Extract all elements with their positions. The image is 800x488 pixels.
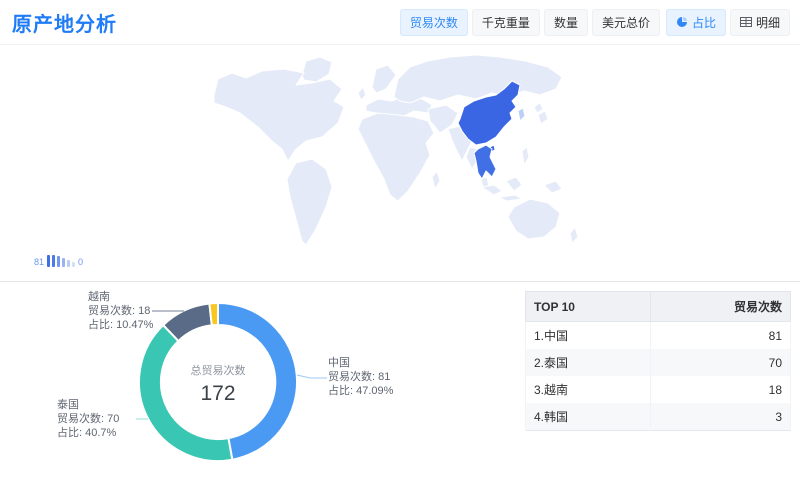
callout-trade-count: 贸易次数: 18 [88,304,153,318]
map-region-philippines[interactable] [522,147,529,165]
donut-slice-韩国[interactable] [209,303,218,325]
map-region-russia[interactable] [394,55,562,103]
map-visual-legend[interactable]: 81 0 [34,255,83,267]
map-region-new-zealand[interactable] [570,227,578,243]
map-region-new-guinea[interactable] [544,181,562,193]
metric-button-贸易次数[interactable]: 贸易次数 [400,9,468,36]
top10-table-wrap: TOP 10 贸易次数 1.中国812.泰国703.越南184.韩国3 [525,291,791,431]
callout-share: 占比: 40.7% [57,426,119,440]
view-button-占比-label: 占比 [692,14,716,31]
legend-bar [72,262,75,267]
table-cell-value: 70 [650,349,790,376]
view-button-group: 占比 明细 [666,9,790,36]
legend-bars [47,255,75,267]
metric-button-千克重量[interactable]: 千克重量 [472,9,540,36]
world-map-panel: 81 0 [0,45,800,282]
map-region-north-america[interactable] [214,69,344,161]
map-region-java[interactable] [500,195,522,201]
top10-header-rank: TOP 10 [526,292,651,322]
donut-slice-泰国[interactable] [139,325,232,461]
callout-trade-count: 贸易次数: 70 [57,412,119,426]
map-region-borneo[interactable] [506,177,522,191]
metric-button-美元总价-label: 美元总价 [602,14,650,31]
bottom-panel: 总贸易次数 172 越南贸易次数: 18占比: 10.47%中国贸易次数: 81… [0,282,800,486]
callout-share: 占比: 47.09% [328,384,393,398]
view-button-明细-label: 明细 [756,14,780,31]
donut-callout-泰国: 泰国贸易次数: 70占比: 40.7% [57,398,119,440]
donut-slice-中国[interactable] [218,303,297,460]
map-region-madagascar[interactable] [432,171,440,189]
view-button-明细[interactable]: 明细 [730,9,790,36]
table-cell-country: 2.泰国 [526,349,651,376]
map-region-japan-south[interactable] [538,111,548,124]
legend-bar [47,255,50,267]
map-region-africa[interactable] [358,113,434,201]
origin-analysis-page: 原产地分析 贸易次数 千克重量 数量 美元总价 占比 明细 [0,0,800,488]
table-cell-value: 18 [650,376,790,403]
callout-share: 占比: 10.47% [88,318,153,332]
map-region-australia[interactable] [508,199,560,239]
map-region-uk[interactable] [358,87,366,100]
world-map[interactable] [0,45,800,281]
callout-trade-count: 贸易次数: 81 [328,370,393,384]
map-region-korea[interactable] [518,108,525,121]
pie-icon [676,16,688,28]
legend-bar [62,258,65,267]
table-row[interactable]: 4.韩国3 [526,403,791,431]
table-cell-value: 3 [650,403,790,431]
table-cell-value: 81 [650,322,790,350]
metric-button-贸易次数-label: 贸易次数 [410,14,458,31]
table-row[interactable]: 1.中国81 [526,322,791,350]
view-button-占比[interactable]: 占比 [666,9,726,36]
legend-bar [67,260,70,267]
table-cell-country: 3.越南 [526,376,651,403]
top10-header-row: TOP 10 贸易次数 [526,292,791,322]
donut-callout-中国: 中国贸易次数: 81占比: 47.09% [328,356,393,398]
callout-country-name: 越南 [88,290,153,304]
donut-label-line-中国 [297,375,327,378]
table-icon [740,16,752,28]
donut-callout-越南: 越南贸易次数: 18占比: 10.47% [88,290,153,332]
legend-bar [52,255,55,267]
table-row[interactable]: 3.越南18 [526,376,791,403]
top10-header-metric: 贸易次数 [650,292,790,322]
table-row[interactable]: 2.泰国70 [526,349,791,376]
map-region-scandinavia[interactable] [372,65,396,93]
table-cell-country: 1.中国 [526,322,651,350]
map-region-greenland[interactable] [302,57,332,82]
metric-button-数量[interactable]: 数量 [544,9,588,36]
metric-button-数量-label: 数量 [554,14,578,31]
legend-bar [57,256,60,267]
page-title: 原产地分析 [12,8,117,37]
map-region-south-america[interactable] [287,159,332,245]
metric-button-美元总价[interactable]: 美元总价 [592,9,660,36]
metric-button-group: 贸易次数 千克重量 数量 美元总价 [400,9,660,36]
map-region-japan[interactable] [534,103,543,113]
legend-max-value: 81 [34,257,44,267]
page-header: 原产地分析 贸易次数 千克重量 数量 美元总价 占比 明细 [0,0,800,45]
legend-min-value: 0 [78,257,83,267]
toolbar: 贸易次数 千克重量 数量 美元总价 占比 明细 [400,9,790,36]
callout-country-name: 中国 [328,356,393,370]
trade-share-donut-chart[interactable] [0,282,520,486]
table-cell-country: 4.韩国 [526,403,651,431]
top10-table[interactable]: TOP 10 贸易次数 1.中国812.泰国703.越南184.韩国3 [525,291,791,431]
callout-country-name: 泰国 [57,398,119,412]
metric-button-千克重量-label: 千克重量 [482,14,530,31]
